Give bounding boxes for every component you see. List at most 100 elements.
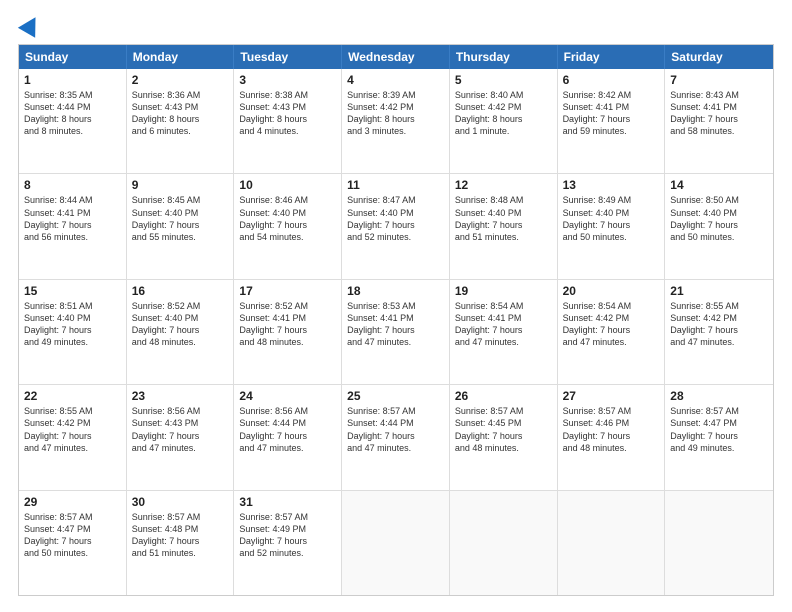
calendar-cell <box>558 491 666 595</box>
cell-text: Sunrise: 8:56 AMSunset: 4:43 PMDaylight:… <box>132 405 229 454</box>
day-number: 30 <box>132 495 229 509</box>
day-number: 11 <box>347 178 444 192</box>
cell-text: Sunrise: 8:36 AMSunset: 4:43 PMDaylight:… <box>132 89 229 138</box>
day-number: 25 <box>347 389 444 403</box>
day-number: 13 <box>563 178 660 192</box>
day-number: 27 <box>563 389 660 403</box>
calendar-body: 1Sunrise: 8:35 AMSunset: 4:44 PMDaylight… <box>19 69 773 595</box>
calendar-row: 8 Sunrise: 8:44 AMSunset: 4:41 PMDaylight… <box>19 173 773 278</box>
cell-text: Sunrise: 8:53 AMSunset: 4:41 PMDaylight:… <box>347 300 444 349</box>
calendar-cell: 4Sunrise: 8:39 AMSunset: 4:42 PMDaylight… <box>342 69 450 173</box>
calendar-cell: 16 Sunrise: 8:52 AMSunset: 4:40 PMDayligh… <box>127 280 235 384</box>
cell-text: Sunrise: 8:52 AMSunset: 4:41 PMDaylight:… <box>239 300 336 349</box>
cell-text: Sunrise: 8:57 AMSunset: 4:48 PMDaylight:… <box>132 511 229 560</box>
cell-text: Sunrise: 8:44 AMSunset: 4:41 PMDaylight:… <box>24 194 121 243</box>
cell-text: Sunrise: 8:57 AMSunset: 4:47 PMDaylight:… <box>670 405 768 454</box>
calendar-cell: 22 Sunrise: 8:55 AMSunset: 4:42 PMDayligh… <box>19 385 127 489</box>
calendar-cell <box>665 491 773 595</box>
day-number: 6 <box>563 73 660 87</box>
day-number: 15 <box>24 284 121 298</box>
calendar: SundayMondayTuesdayWednesdayThursdayFrid… <box>18 44 774 596</box>
calendar-cell: 2 Sunrise: 8:36 AMSunset: 4:43 PMDaylight… <box>127 69 235 173</box>
calendar-cell: 3 Sunrise: 8:38 AMSunset: 4:43 PMDaylight… <box>234 69 342 173</box>
day-number: 26 <box>455 389 552 403</box>
calendar-header: SundayMondayTuesdayWednesdayThursdayFrid… <box>19 45 773 69</box>
cell-text: Sunrise: 8:48 AMSunset: 4:40 PMDaylight:… <box>455 194 552 243</box>
cell-text: Sunrise: 8:50 AMSunset: 4:40 PMDaylight:… <box>670 194 768 243</box>
calendar-row: 29 Sunrise: 8:57 AMSunset: 4:47 PMDayligh… <box>19 490 773 595</box>
cell-text: Sunrise: 8:55 AMSunset: 4:42 PMDaylight:… <box>24 405 121 454</box>
logo <box>18 16 41 34</box>
logo-triangle-icon <box>18 12 44 38</box>
day-number: 28 <box>670 389 768 403</box>
calendar-cell: 1Sunrise: 8:35 AMSunset: 4:44 PMDaylight… <box>19 69 127 173</box>
cell-text: Sunrise: 8:39 AMSunset: 4:42 PMDaylight:… <box>347 89 444 138</box>
day-number: 18 <box>347 284 444 298</box>
calendar-cell: 27 Sunrise: 8:57 AMSunset: 4:46 PMDayligh… <box>558 385 666 489</box>
day-number: 22 <box>24 389 121 403</box>
calendar-cell: 7 Sunrise: 8:43 AMSunset: 4:41 PMDaylight… <box>665 69 773 173</box>
day-number: 17 <box>239 284 336 298</box>
cell-text: Sunrise: 8:51 AMSunset: 4:40 PMDaylight:… <box>24 300 121 349</box>
day-number: 20 <box>563 284 660 298</box>
calendar-cell: 30 Sunrise: 8:57 AMSunset: 4:48 PMDayligh… <box>127 491 235 595</box>
cell-text: Sunrise: 8:45 AMSunset: 4:40 PMDaylight:… <box>132 194 229 243</box>
calendar-cell: 5Sunrise: 8:40 AMSunset: 4:42 PMDaylight… <box>450 69 558 173</box>
cell-text: Sunrise: 8:38 AMSunset: 4:43 PMDaylight:… <box>239 89 336 138</box>
day-number: 23 <box>132 389 229 403</box>
cell-text: Sunrise: 8:57 AMSunset: 4:46 PMDaylight:… <box>563 405 660 454</box>
calendar-row: 15 Sunrise: 8:51 AMSunset: 4:40 PMDayligh… <box>19 279 773 384</box>
calendar-cell: 31Sunrise: 8:57 AMSunset: 4:49 PMDayligh… <box>234 491 342 595</box>
cell-text: Sunrise: 8:54 AMSunset: 4:41 PMDaylight:… <box>455 300 552 349</box>
cell-text: Sunrise: 8:57 AMSunset: 4:47 PMDaylight:… <box>24 511 121 560</box>
cell-text: Sunrise: 8:49 AMSunset: 4:40 PMDaylight:… <box>563 194 660 243</box>
day-number: 14 <box>670 178 768 192</box>
cell-text: Sunrise: 8:52 AMSunset: 4:40 PMDaylight:… <box>132 300 229 349</box>
calendar-cell: 28 Sunrise: 8:57 AMSunset: 4:47 PMDayligh… <box>665 385 773 489</box>
day-number: 19 <box>455 284 552 298</box>
day-number: 12 <box>455 178 552 192</box>
cell-text: Sunrise: 8:46 AMSunset: 4:40 PMDaylight:… <box>239 194 336 243</box>
calendar-cell: 14 Sunrise: 8:50 AMSunset: 4:40 PMDayligh… <box>665 174 773 278</box>
day-number: 3 <box>239 73 336 87</box>
day-number: 21 <box>670 284 768 298</box>
calendar-header-cell: Friday <box>558 45 666 69</box>
calendar-cell: 10 Sunrise: 8:46 AMSunset: 4:40 PMDayligh… <box>234 174 342 278</box>
calendar-cell: 21 Sunrise: 8:55 AMSunset: 4:42 PMDayligh… <box>665 280 773 384</box>
cell-text: Sunrise: 8:55 AMSunset: 4:42 PMDaylight:… <box>670 300 768 349</box>
cell-text: Sunrise: 8:56 AMSunset: 4:44 PMDaylight:… <box>239 405 336 454</box>
calendar-header-cell: Thursday <box>450 45 558 69</box>
calendar-cell <box>342 491 450 595</box>
page: SundayMondayTuesdayWednesdayThursdayFrid… <box>0 0 792 612</box>
calendar-header-cell: Monday <box>127 45 235 69</box>
calendar-cell: 25Sunrise: 8:57 AMSunset: 4:44 PMDayligh… <box>342 385 450 489</box>
calendar-cell: 6Sunrise: 8:42 AMSunset: 4:41 PMDaylight… <box>558 69 666 173</box>
calendar-header-cell: Tuesday <box>234 45 342 69</box>
calendar-cell: 12 Sunrise: 8:48 AMSunset: 4:40 PMDayligh… <box>450 174 558 278</box>
calendar-header-cell: Saturday <box>665 45 773 69</box>
day-number: 1 <box>24 73 121 87</box>
cell-text: Sunrise: 8:43 AMSunset: 4:41 PMDaylight:… <box>670 89 768 138</box>
day-number: 8 <box>24 178 121 192</box>
day-number: 2 <box>132 73 229 87</box>
calendar-cell <box>450 491 558 595</box>
calendar-cell: 26 Sunrise: 8:57 AMSunset: 4:45 PMDayligh… <box>450 385 558 489</box>
calendar-row: 22 Sunrise: 8:55 AMSunset: 4:42 PMDayligh… <box>19 384 773 489</box>
calendar-row: 1Sunrise: 8:35 AMSunset: 4:44 PMDaylight… <box>19 69 773 173</box>
day-number: 24 <box>239 389 336 403</box>
calendar-header-cell: Sunday <box>19 45 127 69</box>
calendar-cell: 18 Sunrise: 8:53 AMSunset: 4:41 PMDayligh… <box>342 280 450 384</box>
calendar-cell: 29 Sunrise: 8:57 AMSunset: 4:47 PMDayligh… <box>19 491 127 595</box>
cell-text: Sunrise: 8:57 AMSunset: 4:45 PMDaylight:… <box>455 405 552 454</box>
calendar-cell: 23 Sunrise: 8:56 AMSunset: 4:43 PMDayligh… <box>127 385 235 489</box>
calendar-cell: 24 Sunrise: 8:56 AMSunset: 4:44 PMDayligh… <box>234 385 342 489</box>
calendar-cell: 15 Sunrise: 8:51 AMSunset: 4:40 PMDayligh… <box>19 280 127 384</box>
day-number: 10 <box>239 178 336 192</box>
day-number: 16 <box>132 284 229 298</box>
cell-text: Sunrise: 8:47 AMSunset: 4:40 PMDaylight:… <box>347 194 444 243</box>
calendar-cell: 8 Sunrise: 8:44 AMSunset: 4:41 PMDaylight… <box>19 174 127 278</box>
day-number: 31 <box>239 495 336 509</box>
calendar-header-cell: Wednesday <box>342 45 450 69</box>
day-number: 29 <box>24 495 121 509</box>
day-number: 7 <box>670 73 768 87</box>
